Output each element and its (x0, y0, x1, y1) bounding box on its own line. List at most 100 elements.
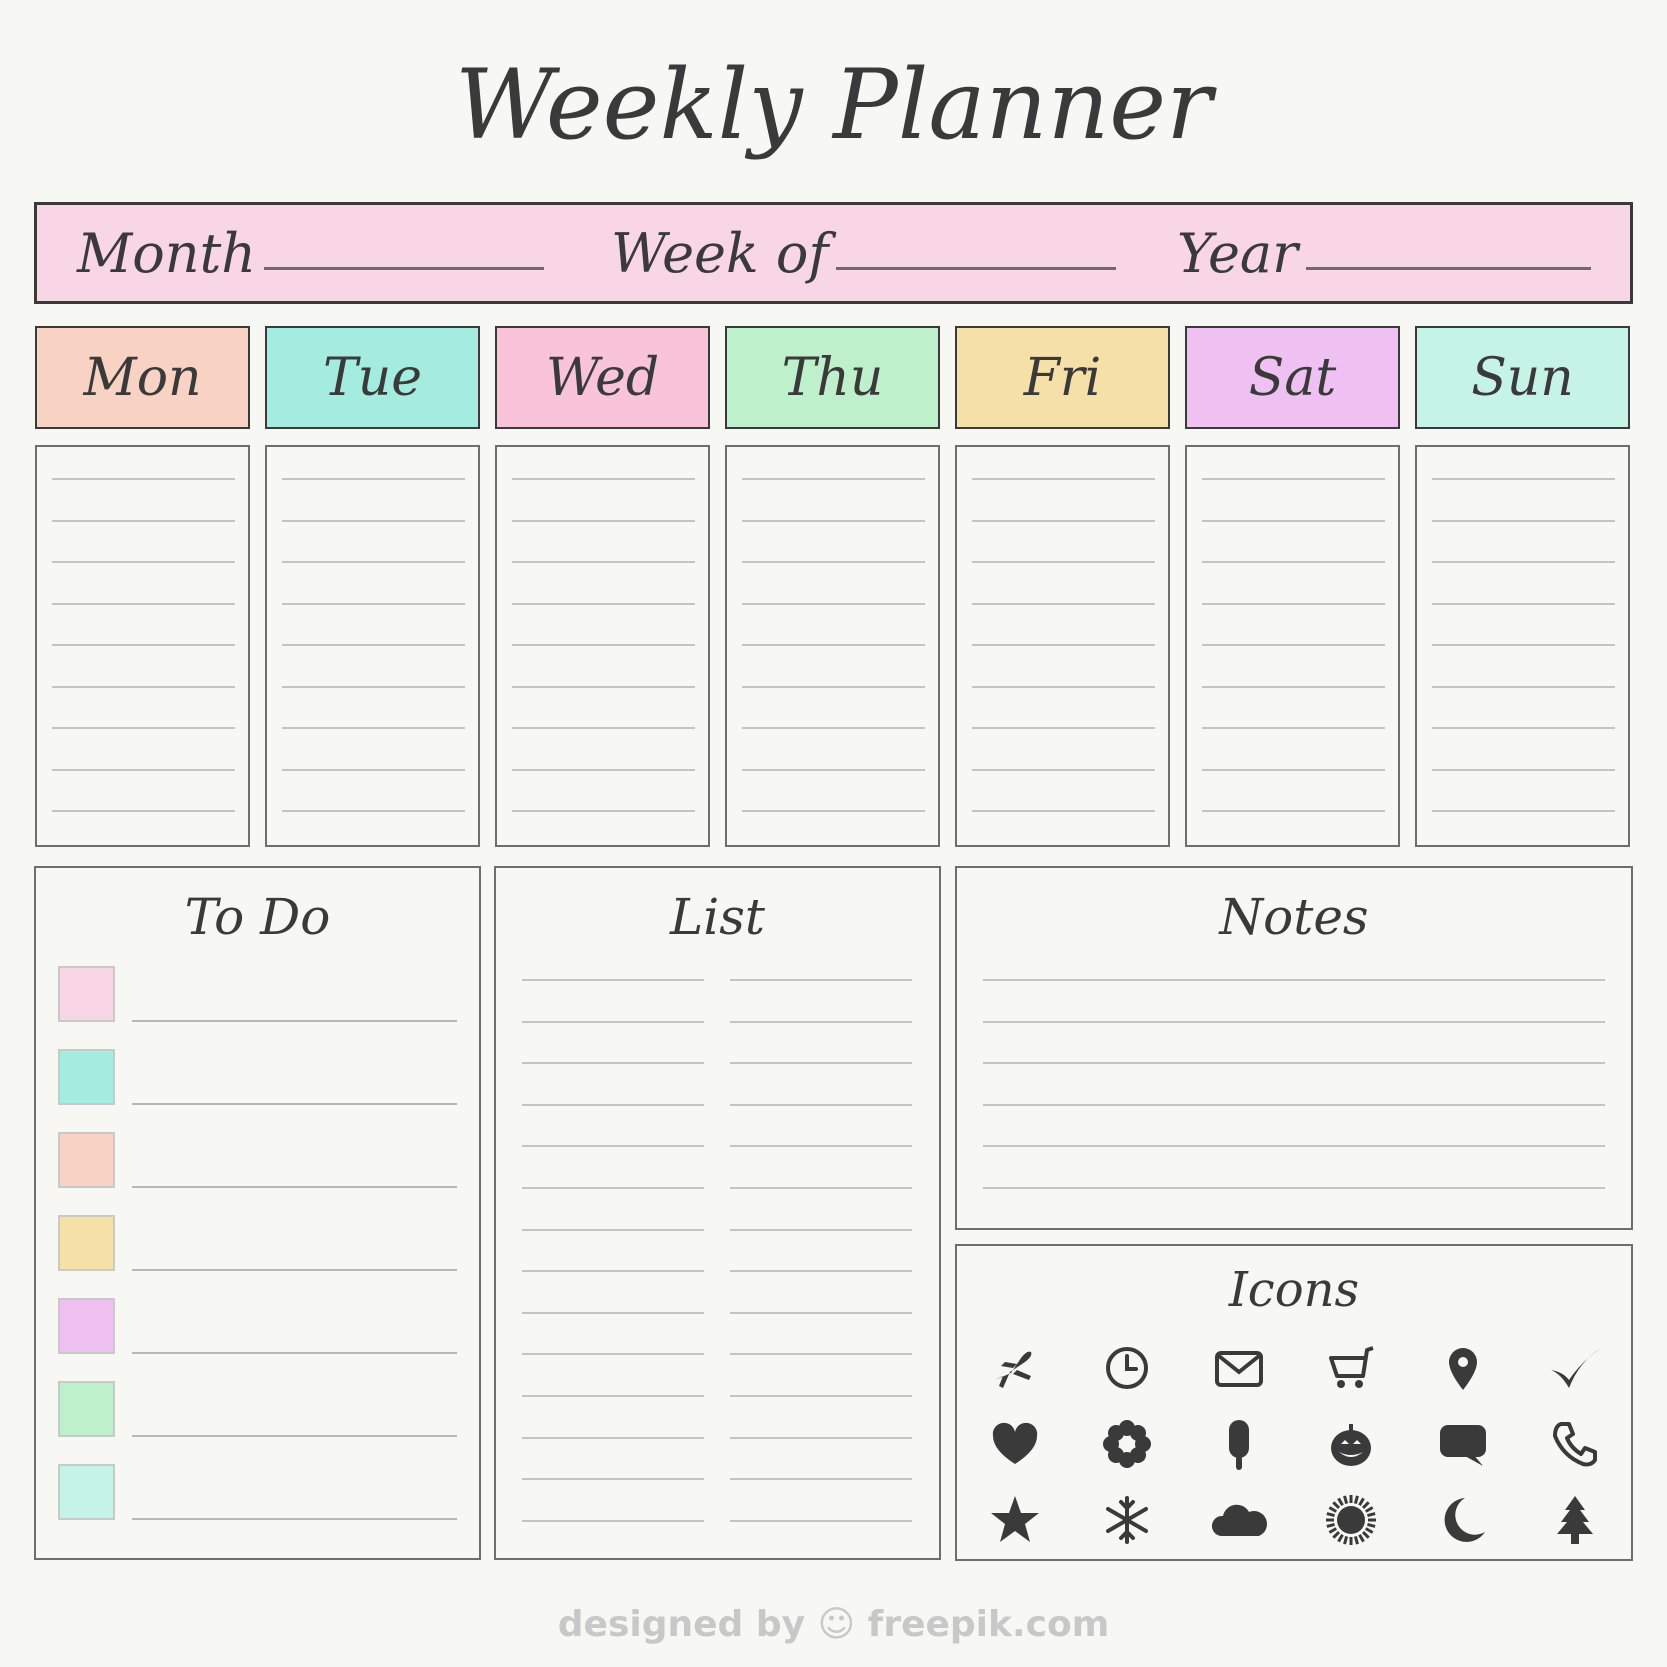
day-rule-line (972, 727, 1155, 729)
todo-line (132, 1435, 457, 1437)
list-line (522, 1395, 704, 1397)
day-rule-line (742, 768, 925, 771)
list-line (522, 1145, 704, 1148)
day-rule-line (52, 519, 235, 522)
tree-icon (1545, 1490, 1605, 1550)
notes-title: Notes (1219, 888, 1369, 946)
todo-checkbox[interactable] (58, 1132, 115, 1188)
todo-checkbox[interactable] (58, 966, 115, 1022)
chat-bubble-icon (1433, 1414, 1493, 1474)
notes-line (983, 1103, 1605, 1106)
clock-icon (1097, 1338, 1157, 1398)
day-rule-line (512, 478, 695, 480)
day-column-thu[interactable] (725, 445, 940, 847)
todo-checkbox[interactable] (58, 1049, 115, 1105)
day-rule-line (282, 685, 465, 688)
day-rule-line (742, 810, 925, 812)
todo-line (132, 1020, 457, 1022)
star-icon (985, 1490, 1045, 1550)
day-rule-line (512, 519, 695, 522)
list-line (730, 1145, 912, 1148)
day-rule-line (282, 561, 465, 563)
day-column-sat[interactable] (1185, 445, 1400, 847)
day-header-sat: Sat (1185, 326, 1400, 429)
month-field[interactable]: Month (77, 205, 545, 301)
month-label: Month (77, 221, 257, 285)
list-line (522, 1228, 704, 1231)
day-rule-line (512, 810, 695, 812)
day-rule-line (972, 478, 1155, 480)
todo-checkbox[interactable] (58, 1381, 115, 1437)
flower-icon (1097, 1414, 1157, 1474)
list-line (730, 1187, 912, 1189)
list-line (522, 1519, 704, 1522)
day-column-wed[interactable] (495, 445, 710, 847)
day-rule-line (972, 768, 1155, 771)
day-rule-line (282, 602, 465, 605)
list-line (730, 1228, 912, 1231)
todo-checkbox[interactable] (58, 1215, 115, 1271)
day-rule-line (282, 727, 465, 729)
header-bar: Month Week of Year (34, 202, 1633, 304)
day-rule-line (512, 561, 695, 563)
list-line (730, 979, 912, 981)
day-rule-line (742, 685, 925, 688)
list-line (522, 1020, 704, 1023)
cloud-icon (1209, 1490, 1269, 1550)
day-rule-line (742, 644, 925, 646)
day-rule-line (1202, 519, 1385, 522)
day-rule-line (1202, 478, 1385, 480)
day-rule-line (282, 478, 465, 480)
week-of-label: Week of (611, 221, 829, 285)
day-rule-line (1432, 644, 1615, 646)
day-rule-line (972, 685, 1155, 688)
day-rule-line (1202, 602, 1385, 605)
week-of-line (836, 266, 1117, 270)
day-header-thu: Thu (725, 326, 940, 429)
day-rule-line (1202, 644, 1385, 646)
todo-panel: To Do (34, 866, 481, 1560)
day-rule-line (1432, 519, 1615, 522)
list-line (730, 1020, 912, 1023)
day-rule-line (52, 644, 235, 646)
month-line (264, 266, 545, 270)
list-line (730, 1103, 912, 1106)
list-line (730, 1311, 912, 1314)
envelope-icon (1209, 1338, 1269, 1398)
year-line (1305, 266, 1591, 270)
pumpkin-icon (1321, 1414, 1381, 1474)
day-rule-line (52, 685, 235, 688)
day-rule-line (742, 478, 925, 480)
day-rule-line (1432, 561, 1615, 563)
checkmark-icon (1545, 1338, 1605, 1398)
todo-line (132, 1269, 457, 1271)
day-column-mon[interactable] (35, 445, 250, 847)
day-rule-line (282, 519, 465, 522)
list-line (522, 1062, 704, 1065)
todo-checkbox[interactable] (58, 1464, 115, 1520)
day-column-fri[interactable] (955, 445, 1170, 847)
day-rule-line (972, 644, 1155, 646)
day-rule-line (282, 810, 465, 812)
year-field[interactable]: Year (1177, 205, 1591, 301)
list-line (522, 1270, 704, 1273)
notes-line (983, 1062, 1605, 1065)
day-rule-line (52, 561, 235, 563)
day-rule-line (1202, 561, 1385, 563)
list-line (522, 1436, 704, 1439)
list-line (522, 979, 704, 981)
day-rule-line (52, 727, 235, 729)
day-rule-line (512, 685, 695, 688)
todo-checkbox[interactable] (58, 1298, 115, 1354)
notes-line (983, 979, 1605, 981)
notes-line (983, 1020, 1605, 1023)
day-column-sun[interactable] (1415, 445, 1630, 847)
icons-panel: Icons (955, 1244, 1633, 1561)
day-column-tue[interactable] (265, 445, 480, 847)
day-rule-line (742, 727, 925, 729)
week-of-field[interactable]: Week of (611, 205, 1117, 301)
list-line (522, 1103, 704, 1106)
day-rule-line (1202, 810, 1385, 812)
day-rule-line (52, 478, 235, 480)
day-rule-line (282, 768, 465, 771)
